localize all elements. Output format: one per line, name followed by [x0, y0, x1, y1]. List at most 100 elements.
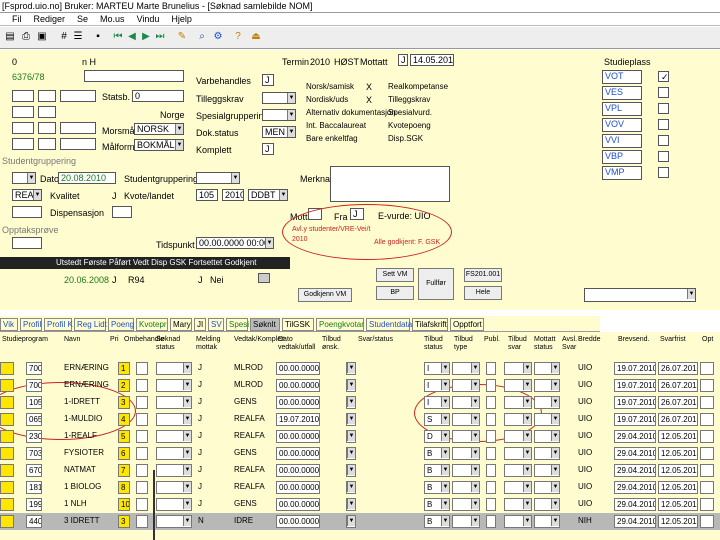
cell-input[interactable]: ▼	[156, 396, 192, 409]
cell-brev[interactable]: 19.07.2010	[614, 413, 656, 426]
cell-status[interactable]: B ▼	[424, 464, 450, 477]
chevron-down-icon[interactable]: ▼	[441, 465, 449, 475]
komplett-field[interactable]: J	[262, 143, 274, 155]
cell-brev[interactable]: 29.04.2010	[614, 464, 656, 477]
chevron-down-icon[interactable]: ▼	[231, 173, 239, 183]
cell-dato[interactable]: 00.00.0000	[276, 362, 320, 375]
right-list-checkbox[interactable]	[658, 167, 669, 178]
chevron-down-icon[interactable]: ▼	[279, 190, 287, 200]
cell-brev[interactable]: 29.04.2010	[614, 515, 656, 528]
tab-2[interactable]: Profil K	[44, 318, 73, 331]
tab-4[interactable]: Poeng	[108, 318, 134, 331]
tab-9[interactable]: Spesi	[226, 318, 249, 331]
table-row[interactable]: 440 3 IDRETT 3 ▼ N IDRE 00.00.0000 ▼ B ▼ ▼ ▼ ▼ NIH 29.…	[0, 513, 720, 530]
cell-input[interactable]: ▼	[534, 362, 560, 375]
cell-brev[interactable]: 29.04.2010	[614, 447, 656, 460]
right-list-item[interactable]: VVI	[602, 134, 642, 148]
chevron-down-icon[interactable]: ▼	[183, 516, 191, 526]
cell-input[interactable]: ▼	[156, 515, 192, 528]
chevron-down-icon[interactable]: ▼	[471, 397, 479, 407]
cell-input[interactable]: ▼	[452, 481, 480, 494]
tab-13[interactable]: Studentdata	[366, 318, 412, 331]
cell-frist[interactable]: 26.07.2010	[658, 362, 698, 375]
tab-5[interactable]: Kvotepr	[136, 318, 168, 331]
cell-dato[interactable]: 19.07.2010	[276, 413, 320, 426]
cell-status[interactable]: D ▼	[424, 430, 450, 443]
chevron-down-icon[interactable]: ▼	[551, 516, 559, 526]
menu-item-3[interactable]: Mo.us	[100, 13, 125, 26]
vurdering-field[interactable]: J	[262, 74, 274, 86]
statsb-field[interactable]: 0	[132, 90, 184, 102]
address-field-2[interactable]	[38, 90, 56, 102]
right-list-checkbox[interactable]	[658, 151, 669, 162]
chevron-down-icon[interactable]: ▼	[441, 448, 449, 458]
chevron-down-icon[interactable]: ▼	[523, 431, 531, 441]
opptak-field[interactable]	[12, 237, 42, 249]
cell-code[interactable]: 440	[26, 515, 42, 528]
cell-input[interactable]: ▼	[346, 481, 356, 494]
cell-frist[interactable]: 12.05.2010	[658, 481, 698, 494]
cell-input[interactable]	[0, 396, 14, 409]
chevron-down-icon[interactable]: ▼	[471, 499, 479, 509]
cell-input[interactable]	[700, 413, 714, 426]
cell-input[interactable]	[486, 498, 496, 511]
table-row[interactable]: 670 NATMAT 7 ▼ J REALFA 00.00.0000 ▼ B ▼ ▼ ▼ ▼ UIO 29.…	[0, 462, 720, 479]
cell-input[interactable]	[700, 481, 714, 494]
cell-status[interactable]: B ▼	[424, 447, 450, 460]
date-field[interactable]: 14.05.2010	[410, 54, 454, 66]
chevron-down-icon[interactable]: ▼	[347, 397, 355, 407]
cell-brev[interactable]: 19.07.2010	[614, 362, 656, 375]
chevron-down-icon[interactable]: ▼	[347, 499, 355, 509]
spesial-select[interactable]: ▼	[262, 109, 296, 121]
cell-input[interactable]: ▼	[156, 447, 192, 460]
tab-8[interactable]: SV	[208, 318, 224, 331]
tab-11[interactable]: TilGSK	[282, 318, 314, 331]
chevron-down-icon[interactable]: ▼	[551, 397, 559, 407]
cell-input[interactable]	[0, 430, 14, 443]
cell-dato[interactable]: 00.00.0000	[276, 515, 320, 528]
cell-frist[interactable]: 12.05.2010	[658, 430, 698, 443]
chevron-down-icon[interactable]: ▼	[183, 414, 191, 424]
mottatt-field[interactable]: J	[398, 54, 408, 66]
fs201-button[interactable]: FS201.001	[464, 268, 502, 282]
cell-code[interactable]: 670	[26, 464, 42, 477]
chevron-down-icon[interactable]: ▼	[347, 431, 355, 441]
merknad-textarea[interactable]	[330, 166, 450, 202]
table-row[interactable]: 700 ERNÆRING 1 ▼ J MLROD 00.00.0000 ▼ I ▼ ▼ ▼ ▼ UIO 19…	[0, 360, 720, 377]
phone-field-3[interactable]	[60, 138, 96, 150]
tab-0[interactable]: Vik	[0, 318, 18, 331]
cell-input[interactable]: ▼	[504, 396, 532, 409]
cell-dato[interactable]: 00.00.0000	[276, 396, 320, 409]
table-row[interactable]: 065 1-MULDIO 4 ▼ J REALFA 19.07.2010 ▼ S ▼ ▼ ▼ ▼ UIO 1…	[0, 411, 720, 428]
chevron-down-icon[interactable]: ▼	[523, 448, 531, 458]
cell-input[interactable]: ▼	[156, 430, 192, 443]
prev-record-icon[interactable]: ◀	[126, 31, 138, 43]
cell-pri[interactable]: 7	[118, 464, 130, 477]
cell-input[interactable]: ▼	[534, 481, 560, 494]
chevron-down-icon[interactable]: ▼	[551, 380, 559, 390]
cell-status[interactable]: B ▼	[424, 498, 450, 511]
cell-input[interactable]: ▼	[452, 515, 480, 528]
cell-input[interactable]	[0, 498, 14, 511]
cell-input[interactable]: ▼	[504, 430, 532, 443]
cell-input[interactable]	[700, 464, 714, 477]
malform-select[interactable]: BOKMÅL ▼	[134, 139, 184, 151]
chevron-down-icon[interactable]: ▼	[471, 414, 479, 424]
chevron-down-icon[interactable]: ▼	[523, 397, 531, 407]
cell-input[interactable]: ▼	[452, 430, 480, 443]
chevron-down-icon[interactable]: ▼	[183, 397, 191, 407]
chevron-down-icon[interactable]: ▼	[183, 380, 191, 390]
cell-brev[interactable]: 29.04.2010	[614, 430, 656, 443]
tab-1[interactable]: Profil	[20, 318, 42, 331]
cell-input[interactable]: ▼	[346, 396, 356, 409]
edit-icon[interactable]: ✎	[176, 31, 188, 43]
right-list-checkbox[interactable]: ✓	[658, 71, 669, 82]
chevron-down-icon[interactable]: ▼	[183, 465, 191, 475]
disk-icon[interactable]: ▪	[92, 31, 104, 43]
table-row[interactable]: 703 FYSIOTER 6 ▼ J GENS 00.00.0000 ▼ B ▼ ▼ ▼ ▼ UIO 29.…	[0, 445, 720, 462]
cell-input[interactable]: ▼	[346, 464, 356, 477]
cell-frist[interactable]: 26.07.2010	[658, 379, 698, 392]
cell-input[interactable]: ▼	[504, 362, 532, 375]
chevron-down-icon[interactable]: ▼	[287, 127, 295, 137]
cell-pri[interactable]: 5	[118, 430, 130, 443]
